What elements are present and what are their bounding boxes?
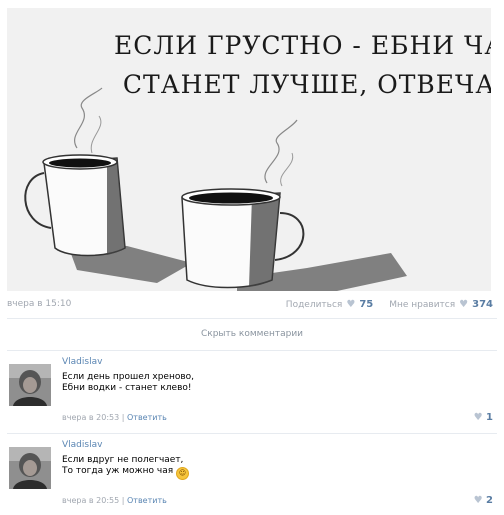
avatar[interactable] <box>9 364 51 406</box>
comment-like-button[interactable]: ♥ 2 <box>474 495 493 506</box>
image-text-line1: ЕСЛИ ГРУСТНО - ЕБНИ ЧАЮ. <box>114 31 491 60</box>
divider <box>7 350 497 351</box>
comment: Vladislav Если вдруг не полегчает, То то… <box>7 435 497 515</box>
meta-separator: | <box>121 496 125 505</box>
share-label[interactable]: Поделиться <box>286 300 343 310</box>
post-image[interactable]: ЕСЛИ ГРУСТНО - ЕБНИ ЧАЮ. СТАНЕТ ЛУЧШЕ, О… <box>7 8 491 291</box>
meta-separator: | <box>121 413 125 422</box>
image-text-line2: СТАНЕТ ЛУЧШЕ, ОТВЕЧАЮ. <box>123 70 491 99</box>
comment-like-count: 2 <box>486 495 493 506</box>
avatar[interactable] <box>9 447 51 489</box>
comment-author[interactable]: Vladislav <box>62 357 102 367</box>
comment-like-count: 1 <box>486 412 493 423</box>
share-count[interactable]: 75 <box>359 299 373 310</box>
comment: Vladislav Если день прошел хреново, Ебни… <box>7 352 497 432</box>
comment-text-line-content: То тогда уж можно чая <box>62 466 174 476</box>
like-label[interactable]: Мне нравится <box>389 300 455 310</box>
comment-like-button[interactable]: ♥ 1 <box>474 412 493 423</box>
comment-meta: вчера в 20:53 | Ответить <box>62 413 167 422</box>
comment-text: Если вдруг не полегчает, То тогда уж мож… <box>62 455 190 480</box>
comment-text-line: Ебни водки - станет клево! <box>62 383 192 393</box>
comment-meta: вчера в 20:55 | Ответить <box>62 496 167 505</box>
like-count[interactable]: 374 <box>472 299 493 310</box>
comment-author[interactable]: Vladislav <box>62 440 102 450</box>
post-date[interactable]: вчера в 15:10 <box>7 299 71 309</box>
comment-date[interactable]: вчера в 20:53 <box>62 413 119 422</box>
tea-cups-illustration: ЕСЛИ ГРУСТНО - ЕБНИ ЧАЮ. СТАНЕТ ЛУЧШЕ, О… <box>7 8 491 291</box>
share-icon[interactable]: ♥ <box>346 299 355 310</box>
divider <box>7 433 497 434</box>
heart-icon: ♥ <box>473 495 483 506</box>
comment-text: Если день прошел хреново, Ебни водки - с… <box>62 372 194 394</box>
heart-icon: ♥ <box>473 412 483 423</box>
reply-button[interactable]: Ответить <box>127 496 167 505</box>
comment-text-line: То тогда уж можно чая ☺ <box>62 466 190 480</box>
like-heart-icon[interactable]: ♥ <box>459 299 468 310</box>
comment-date[interactable]: вчера в 20:55 <box>62 496 119 505</box>
post-actions: Поделиться ♥ 75 Мне нравится ♥ 374 <box>286 299 493 310</box>
divider <box>7 318 497 319</box>
smiley-icon: ☺ <box>176 467 190 480</box>
reply-button[interactable]: Ответить <box>127 413 167 422</box>
hide-comments-link[interactable]: Скрыть комментарии <box>0 329 504 339</box>
comment-text-line: Если вдруг не полегчает, <box>62 455 184 465</box>
comment-text-line: Если день прошел хреново, <box>62 372 195 382</box>
